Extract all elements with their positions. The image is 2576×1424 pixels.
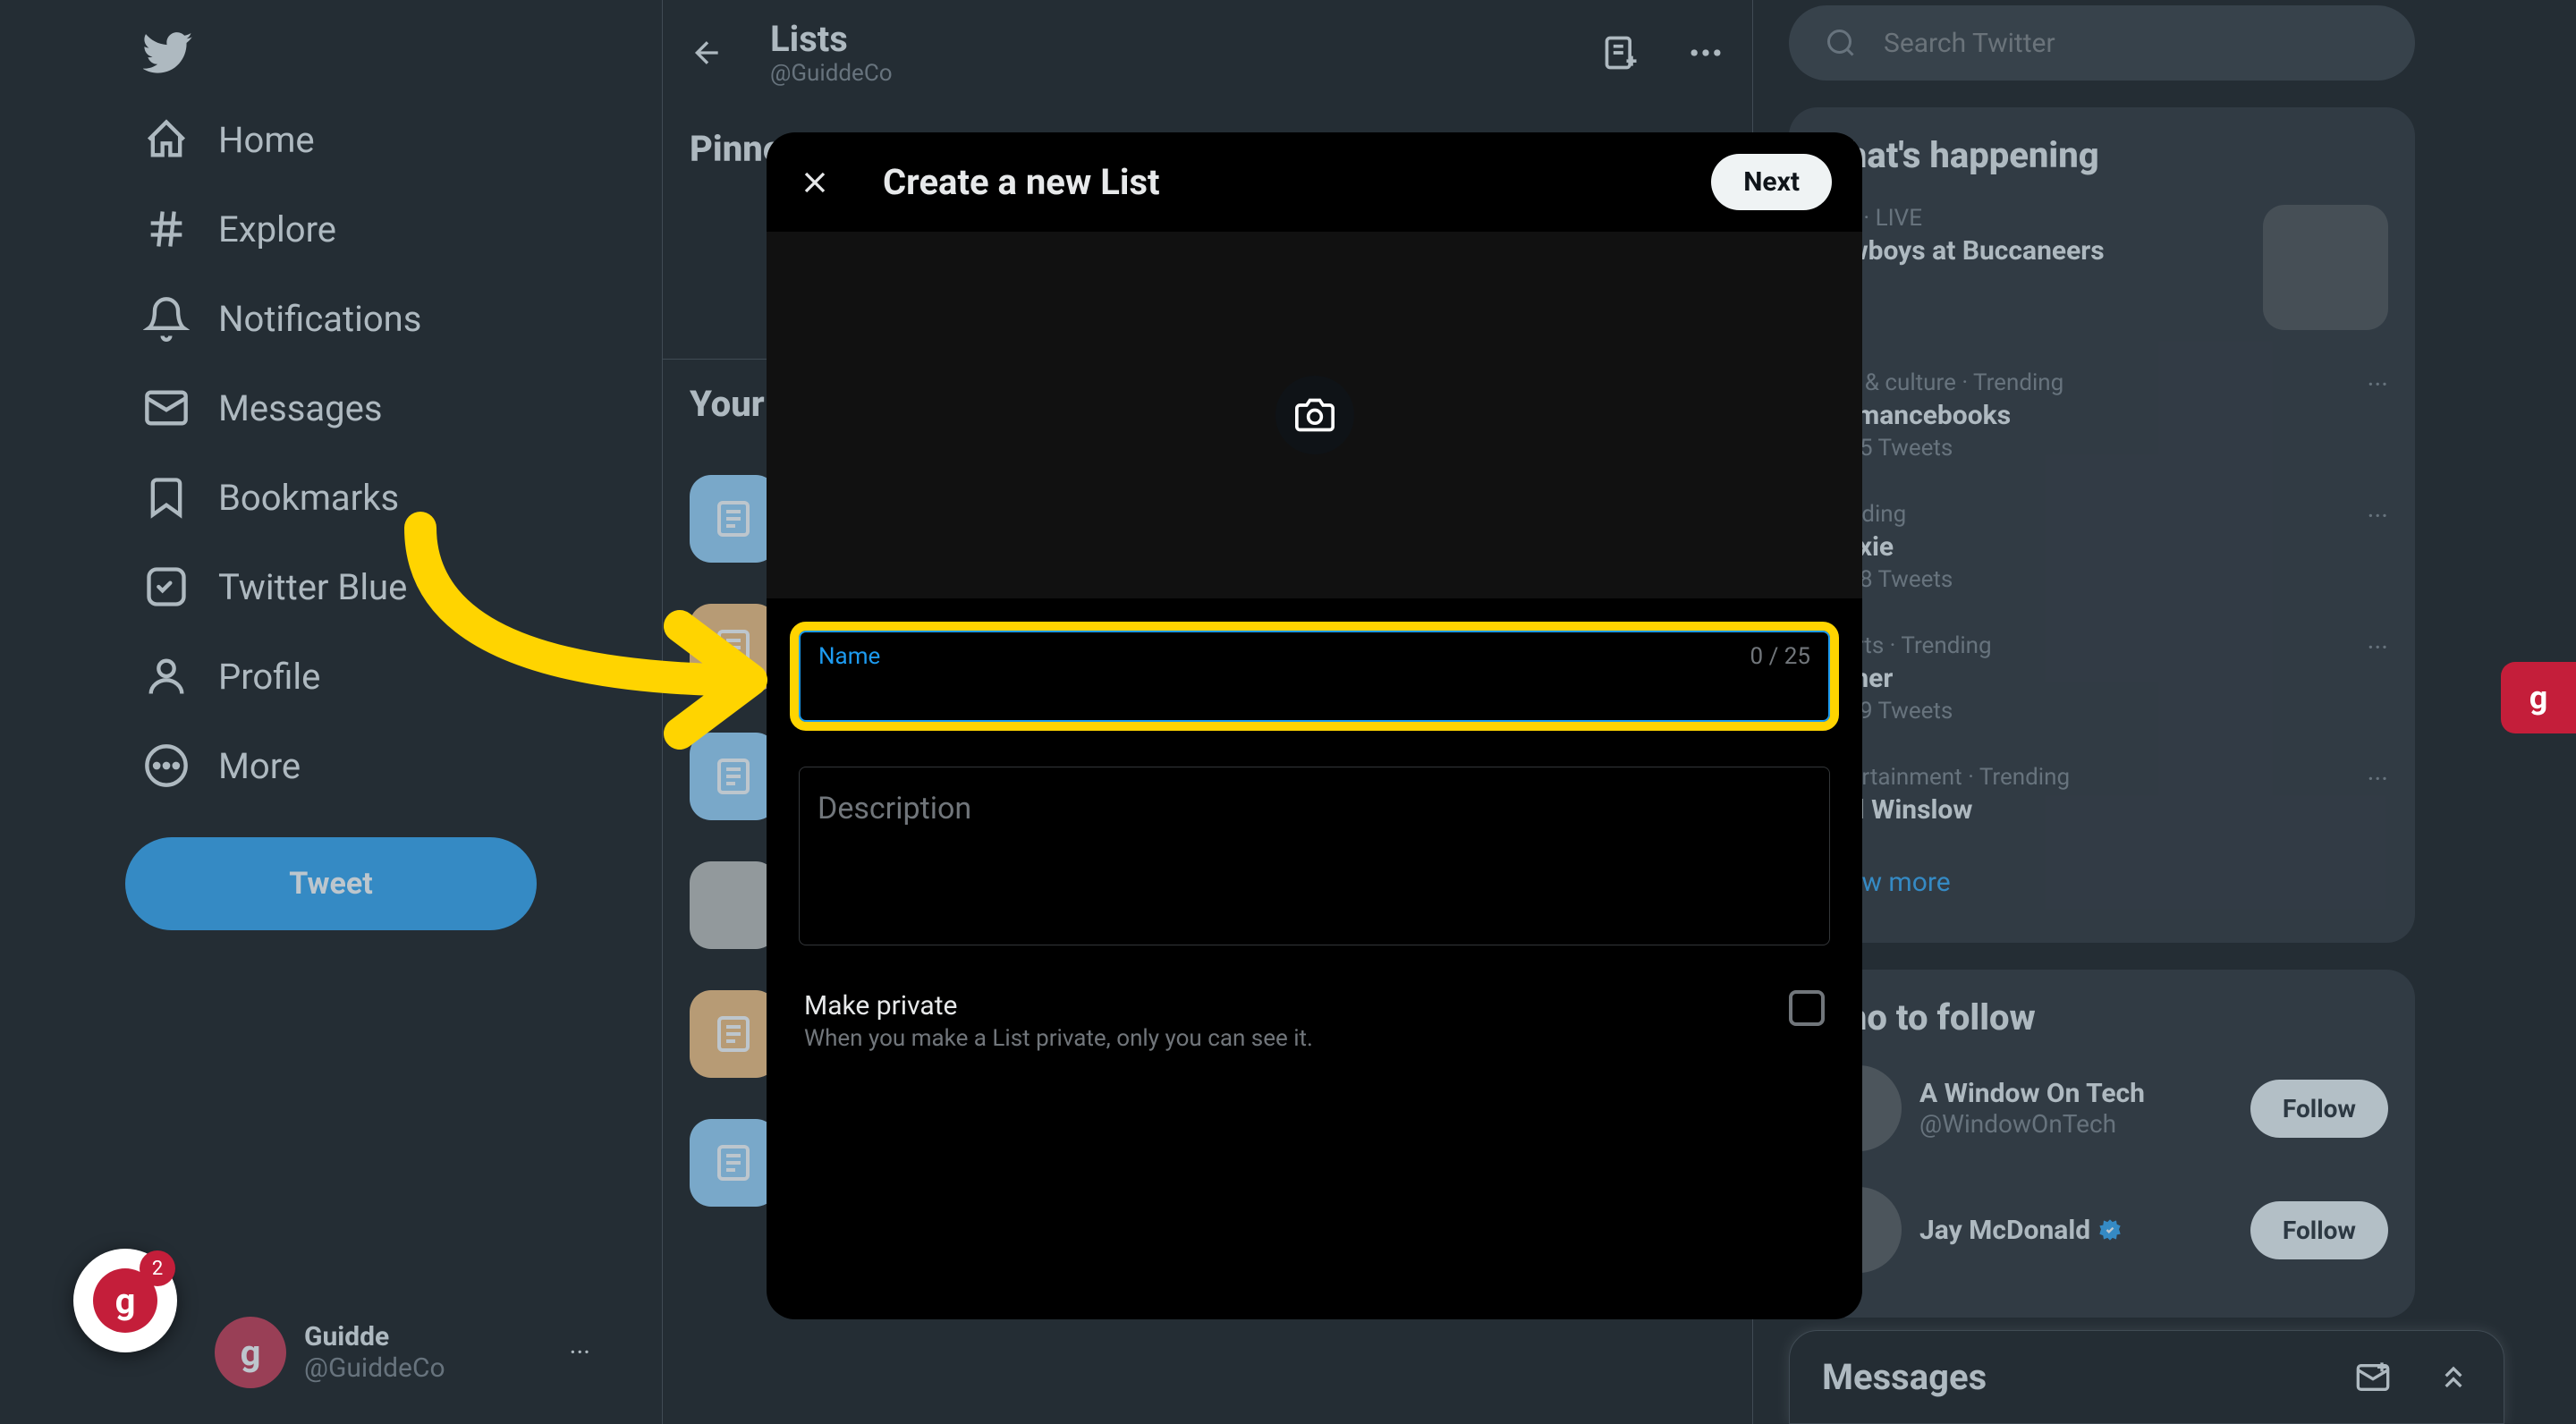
more-icon[interactable]: ··· (2367, 369, 2388, 401)
trend-item[interactable]: Trending Lexxie 1,858 Tweets ··· (1789, 481, 2415, 613)
guidde-tab[interactable]: g (2501, 662, 2576, 733)
who-to-follow-panel: Who to follow A Window On Tech @WindowOn… (1789, 970, 2415, 1318)
private-checkbox[interactable] (1789, 990, 1825, 1026)
add-banner-button[interactable] (1275, 376, 1354, 454)
more-icon[interactable]: ··· (2367, 632, 2388, 664)
next-button[interactable]: Next (1711, 154, 1832, 210)
search-input[interactable] (1884, 28, 2379, 59)
bookmark-icon (143, 474, 190, 521)
panel-title: What's happening (1789, 134, 2415, 185)
envelope-icon (143, 385, 190, 431)
avatar: g (215, 1317, 286, 1388)
nav-label: More (218, 745, 301, 787)
private-subtitle: When you make a List private, only you c… (804, 1025, 1313, 1052)
follow-name: A Window On Tech (1919, 1078, 2145, 1109)
page-subtitle: @GuiddeCo (770, 60, 893, 87)
expand-drawer-icon[interactable] (2436, 1360, 2471, 1395)
profile-handle: @GuiddeCo (304, 1352, 445, 1384)
home-icon (143, 116, 190, 163)
verified-icon (2097, 1217, 2123, 1242)
back-button[interactable] (690, 35, 725, 71)
follow-button[interactable]: Follow (2250, 1080, 2388, 1138)
create-list-modal: Create a new List Next Name 0 / 25 Descr… (767, 132, 1862, 1319)
twitter-blue-icon (143, 564, 190, 610)
more-icon[interactable]: ··· (2367, 501, 2388, 532)
close-button[interactable] (797, 165, 833, 200)
profile-name: Guidde (304, 1321, 445, 1352)
nav-messages[interactable]: Messages (125, 363, 590, 453)
lists-header: Lists @GuiddeCo (663, 0, 1752, 105)
twitter-logo[interactable] (125, 9, 590, 95)
description-field[interactable]: Description (799, 767, 1830, 945)
nav-notifications[interactable]: Notifications (125, 274, 590, 363)
trend-item[interactable]: NFL · LIVE Cowboys at Buccaneers (1789, 185, 2415, 350)
nav-home[interactable]: Home (125, 95, 590, 184)
profile-icon (143, 653, 190, 699)
modal-title: Create a new List (883, 161, 1160, 203)
make-private-row: Make private When you make a List privat… (799, 990, 1830, 1052)
nav-label: Bookmarks (218, 477, 399, 519)
follow-handle: @WindowOnTech (1919, 1109, 2145, 1139)
trend-thumbnail (2263, 205, 2388, 330)
nav-label: Home (218, 119, 315, 161)
tweet-button[interactable]: Tweet (125, 837, 537, 930)
list-item[interactable] (690, 990, 777, 1078)
bell-icon (143, 295, 190, 342)
field-label: Description (818, 791, 1811, 826)
new-list-icon[interactable] (1602, 33, 1641, 72)
follow-name: Jay McDonald (1919, 1215, 2123, 1246)
hashtag-icon (143, 206, 190, 252)
profile-switcher[interactable]: g Guidde @GuiddeCo ··· (197, 1299, 608, 1406)
name-input[interactable] (818, 670, 1810, 706)
show-more-link[interactable]: Show more (1789, 849, 2415, 916)
search-icon (1825, 27, 1857, 59)
annotation-arrow (376, 510, 769, 796)
guidde-badge[interactable]: g 2 (73, 1249, 177, 1352)
more-circle-icon (143, 742, 190, 789)
list-item[interactable] (690, 1119, 777, 1207)
more-icon[interactable]: ··· (2367, 764, 2388, 795)
page-title: Lists (770, 18, 893, 60)
nav-label: Profile (218, 656, 320, 698)
nav-label: Notifications (218, 298, 421, 340)
more-icon[interactable] (1686, 33, 1725, 72)
description-input[interactable] (818, 826, 1811, 898)
panel-title: Who to follow (1789, 996, 2415, 1047)
private-title: Make private (804, 990, 1313, 1021)
nav-explore[interactable]: Explore (125, 184, 590, 274)
trend-item[interactable]: Sports · Trending Maher 6,649 Tweets ··· (1789, 613, 2415, 744)
follow-item[interactable]: Jay McDonald Follow (1789, 1169, 2415, 1291)
trend-item[interactable]: Entertainment · Trending Carl Winslow ··… (1789, 744, 2415, 849)
nav-label: Messages (218, 387, 383, 429)
more-icon[interactable]: ··· (569, 1337, 590, 1369)
messages-drawer[interactable]: Messages (1789, 1330, 2504, 1424)
new-message-icon[interactable] (2355, 1360, 2391, 1395)
trend-item[interactable]: Arts & culture · Trending #romancebooks … (1789, 350, 2415, 481)
name-field[interactable]: Name 0 / 25 (799, 631, 1830, 722)
whats-happening-panel: What's happening NFL · LIVE Cowboys at B… (1789, 107, 2415, 943)
follow-button[interactable]: Follow (2250, 1201, 2388, 1259)
badge-count: 2 (140, 1250, 175, 1286)
search-box[interactable] (1789, 5, 2415, 81)
banner-area (767, 232, 1862, 598)
nav-label: Explore (218, 208, 336, 250)
field-label: Name (818, 643, 1810, 670)
list-item[interactable] (690, 861, 777, 949)
char-counter: 0 / 25 (1750, 643, 1810, 670)
follow-item[interactable]: A Window On Tech @WindowOnTech Follow (1789, 1047, 2415, 1169)
messages-label: Messages (1822, 1356, 1987, 1398)
